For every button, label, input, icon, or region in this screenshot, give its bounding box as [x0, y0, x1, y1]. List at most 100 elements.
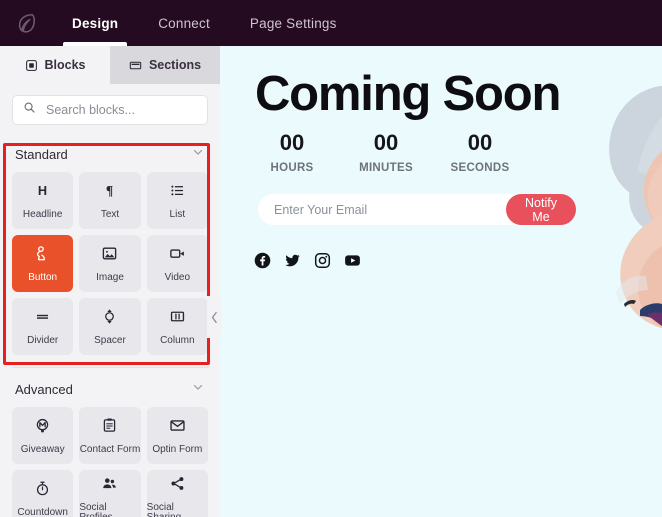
block-image-label: Image	[96, 271, 124, 283]
sidebar-collapse-handle[interactable]	[207, 296, 222, 338]
block-social-profiles[interactable]: Social Profiles	[79, 470, 141, 517]
countdown-minutes-value: 00	[373, 130, 399, 155]
sidebar-scroll-area[interactable]: Standard H Headline	[0, 84, 220, 517]
countdown-minutes-label: MINUTES	[359, 162, 413, 174]
blocks-icon	[25, 59, 38, 72]
block-video-label: Video	[164, 271, 191, 283]
bullet-list-icon	[169, 182, 186, 204]
tab-sections[interactable]: Sections	[110, 46, 220, 84]
contact-form-clipboard-icon	[101, 417, 118, 439]
block-text[interactable]: ¶ Text	[79, 172, 141, 229]
countdown-unit-hours: 00 HOURS	[256, 130, 328, 175]
nav-tab-design-label: Design	[72, 15, 119, 31]
seedprod-leaf-logo[interactable]	[0, 0, 52, 46]
top-navigation-bar: Design Connect Page Settings	[0, 0, 662, 46]
block-button[interactable]: Button	[12, 235, 74, 292]
svg-text:H: H	[38, 183, 47, 198]
block-column[interactable]: Column	[146, 298, 208, 355]
chevron-down-icon[interactable]	[191, 380, 205, 399]
search-container	[0, 84, 220, 133]
nav-tab-page-settings-label: Page Settings	[249, 15, 337, 31]
paragraph-pilcrow-icon: ¶	[101, 182, 118, 204]
page-title[interactable]: Coming Soon	[255, 70, 561, 119]
tab-blocks-label: Blocks	[44, 58, 86, 72]
block-column-label: Column	[160, 334, 195, 346]
block-spacer-label: Spacer	[94, 334, 126, 346]
countdown-hours-value: 00	[279, 130, 305, 155]
countdown-unit-minutes: 00 MINUTES	[350, 130, 422, 175]
decorative-photo	[552, 46, 662, 517]
block-social-sharing[interactable]: Social Sharing	[146, 470, 208, 517]
block-spacer[interactable]: Spacer	[79, 298, 141, 355]
nav-tab-page-settings[interactable]: Page Settings	[230, 0, 357, 46]
block-optin-form-label: Optin Form	[152, 443, 203, 455]
share-nodes-icon	[169, 475, 186, 497]
search-input[interactable]	[44, 102, 209, 118]
block-optin-form[interactable]: Optin Form	[146, 407, 208, 464]
block-giveaway-label: Giveaway	[20, 443, 65, 455]
block-giveaway[interactable]: Giveaway	[12, 407, 74, 464]
columns-icon	[169, 308, 186, 330]
search-blocks-box[interactable]	[12, 95, 209, 125]
nav-items: Design Connect Page Settings	[52, 0, 357, 46]
seedprod-page-builder: Design Connect Page Settings Blocks Sect…	[0, 0, 662, 517]
block-countdown-label: Countdown	[17, 506, 68, 517]
image-picture-icon	[101, 245, 118, 267]
block-list-label: List	[169, 208, 186, 220]
facebook-icon[interactable]	[254, 252, 271, 269]
block-countdown[interactable]: Countdown	[12, 470, 74, 517]
instagram-icon[interactable]	[314, 252, 331, 269]
giveaway-trophy-icon	[34, 417, 51, 439]
social-profiles-row	[254, 252, 361, 269]
email-field[interactable]	[258, 194, 528, 225]
countdown-hours-label: HOURS	[270, 162, 314, 174]
block-text-label: Text	[100, 208, 120, 220]
envelope-icon	[169, 417, 186, 439]
tab-blocks[interactable]: Blocks	[0, 46, 110, 84]
section-standard-header[interactable]: Standard	[12, 139, 208, 169]
advanced-blocks-grid: Giveaway Contact Form Optin Form Countdo…	[12, 407, 208, 517]
search-icon	[23, 101, 36, 119]
section-standard-title: Standard	[15, 146, 68, 162]
sections-icon	[129, 59, 142, 72]
optin-form: Notify Me	[258, 194, 576, 225]
divider-lines-icon	[34, 308, 51, 330]
section-divider	[12, 367, 208, 368]
video-camera-icon	[169, 245, 186, 267]
section-advanced-header[interactable]: Advanced	[12, 374, 208, 404]
chevron-down-icon[interactable]	[191, 145, 205, 164]
section-advanced: Advanced Giveaway Contact Form Optin For…	[0, 374, 220, 517]
standard-blocks-grid: H Headline ¶ Text List Button Image Vide…	[12, 172, 208, 355]
countdown-unit-seconds: 00 SECONDS	[444, 130, 516, 175]
youtube-icon[interactable]	[344, 252, 361, 269]
block-headline[interactable]: H Headline	[12, 172, 74, 229]
block-social-profiles-label: Social Profiles	[79, 501, 113, 517]
section-advanced-title: Advanced	[15, 381, 73, 397]
notify-me-button[interactable]: Notify Me	[506, 194, 576, 225]
block-social-sharing-label: Social Sharing	[146, 501, 182, 517]
headline-h-icon: H	[34, 182, 51, 204]
twitter-icon[interactable]	[284, 252, 301, 269]
block-image[interactable]: Image	[79, 235, 141, 292]
nav-tab-connect[interactable]: Connect	[138, 0, 230, 46]
page-preview-canvas[interactable]: Coming Soon 00 HOURS 00 MINUTES 00 SECON…	[220, 46, 662, 517]
countdown-timer[interactable]: 00 HOURS 00 MINUTES 00 SECONDS	[256, 130, 516, 175]
block-list[interactable]: List	[146, 172, 208, 229]
block-button-label: Button	[28, 271, 58, 283]
countdown-seconds-value: 00	[467, 130, 493, 155]
block-divider-label: Divider	[27, 334, 59, 346]
stopwatch-icon	[34, 480, 51, 502]
block-divider[interactable]: Divider	[12, 298, 74, 355]
left-sidebar-panel: Blocks Sections Search blocks... Standar…	[0, 46, 220, 517]
nav-tab-connect-label: Connect	[158, 15, 210, 31]
block-headline-label: Headline	[22, 208, 63, 220]
block-video[interactable]: Video	[146, 235, 208, 292]
sidebar-tab-bar: Blocks Sections	[0, 46, 220, 84]
block-contact-form-label: Contact Form	[79, 443, 141, 455]
tab-sections-label: Sections	[148, 58, 202, 72]
block-contact-form[interactable]: Contact Form	[79, 407, 141, 464]
countdown-seconds-label: SECONDS	[450, 162, 510, 174]
nav-tab-design[interactable]: Design	[52, 0, 138, 46]
people-group-icon	[101, 475, 118, 497]
section-standard: Standard H Headline ¶ Text List Button I…	[0, 139, 220, 355]
